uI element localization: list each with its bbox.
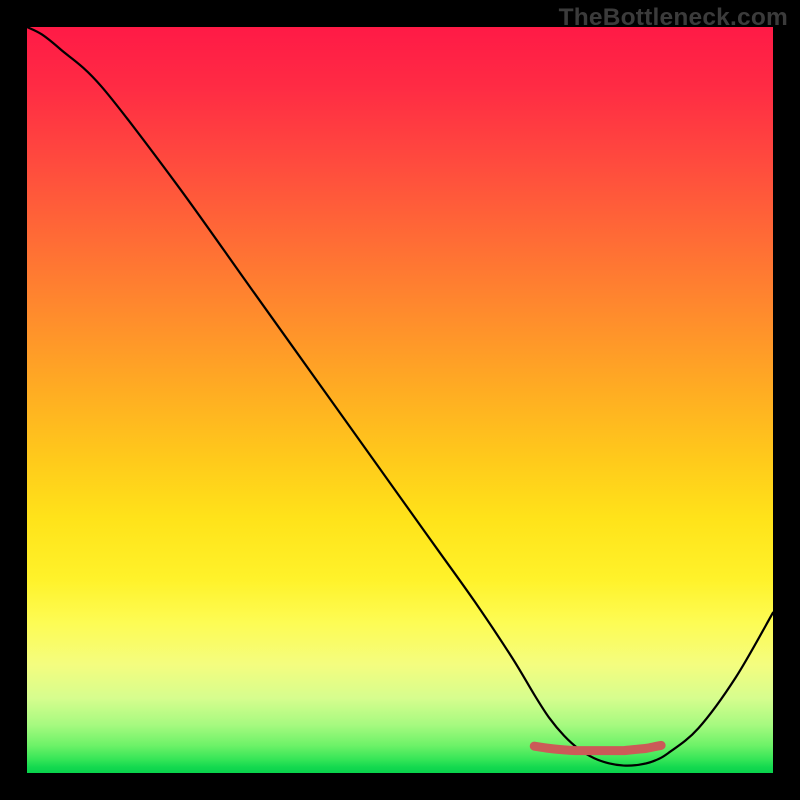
chart-stage: TheBottleneck.com [0, 0, 800, 800]
bottleneck-curve [27, 27, 773, 766]
flat-band [534, 745, 661, 750]
curve-layer [27, 27, 773, 773]
watermark-text: TheBottleneck.com [559, 4, 788, 32]
plot-area [27, 27, 773, 773]
